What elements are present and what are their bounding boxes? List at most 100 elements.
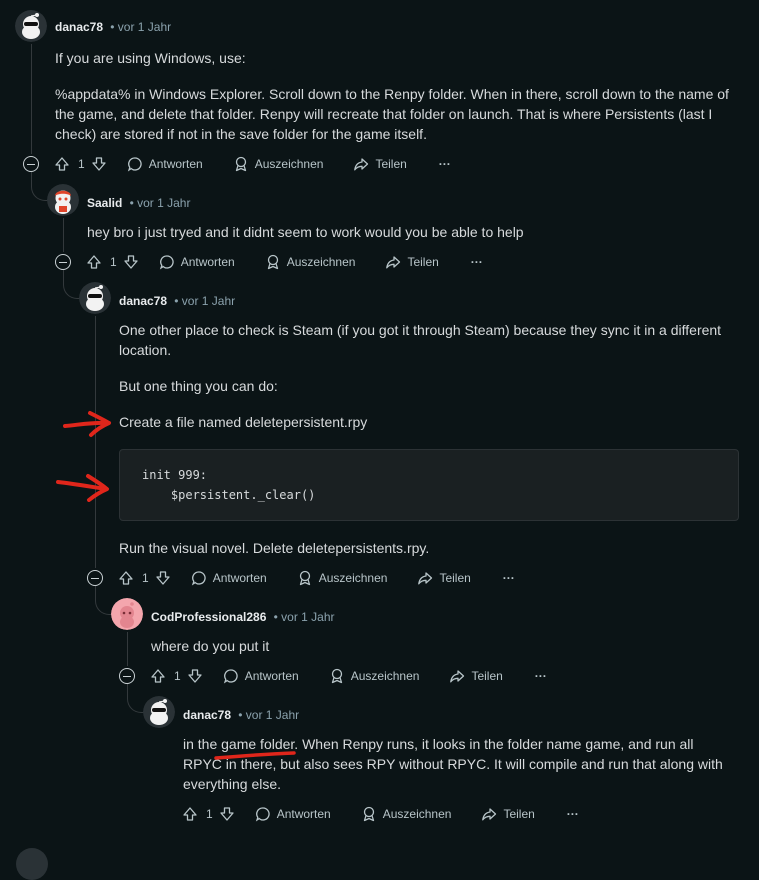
speech-bubble-icon bbox=[223, 668, 239, 684]
speech-bubble-icon bbox=[127, 156, 143, 172]
reply-button[interactable]: Antworten bbox=[255, 806, 331, 822]
downvote-icon[interactable] bbox=[155, 570, 171, 586]
share-button[interactable]: Teilen bbox=[449, 668, 503, 684]
award-icon bbox=[361, 806, 377, 822]
code-line: $persistent._clear() bbox=[142, 488, 316, 502]
comment-paragraph: One other place to check is Steam (if yo… bbox=[119, 322, 722, 358]
snoo-sunglasses-avatar[interactable] bbox=[79, 282, 111, 314]
meta-dot: • bbox=[106, 20, 118, 34]
comment-author[interactable]: Saalid bbox=[87, 196, 122, 210]
downvote-icon[interactable] bbox=[91, 156, 107, 172]
comment-actions: 1 Antworten Auszeichnen Teilen ··· bbox=[54, 152, 451, 176]
comment-body: hey bro i just tryed and it didnt seem t… bbox=[87, 222, 737, 242]
award-button[interactable]: Auszeichnen bbox=[297, 570, 388, 586]
comment-paragraph: %appdata% in Windows Explorer. Scroll do… bbox=[55, 86, 729, 142]
more-options-button[interactable]: ··· bbox=[567, 807, 579, 821]
snoo-pink-avatar[interactable] bbox=[111, 598, 143, 630]
snoo-sunglasses-avatar[interactable] bbox=[143, 696, 175, 728]
comment-body: in the game folder. When Renpy runs, it … bbox=[183, 734, 723, 794]
share-icon bbox=[385, 254, 401, 270]
comment-author[interactable]: CodProfessional286 bbox=[151, 610, 266, 624]
downvote-icon[interactable] bbox=[219, 806, 235, 822]
red-underline-annotation bbox=[214, 751, 296, 760]
thread-line bbox=[127, 632, 128, 666]
share-label: Teilen bbox=[407, 255, 439, 269]
reply-button[interactable]: Antworten bbox=[159, 254, 235, 270]
share-button[interactable]: Teilen bbox=[417, 570, 471, 586]
award-button[interactable]: Auszeichnen bbox=[361, 806, 452, 822]
collapse-thread-button[interactable] bbox=[87, 570, 103, 586]
award-label: Auszeichnen bbox=[382, 807, 452, 821]
comment-time: vor 1 Jahr bbox=[137, 196, 191, 210]
upvote-icon[interactable] bbox=[150, 668, 166, 684]
speech-bubble-icon bbox=[255, 806, 271, 822]
meta-dot: • bbox=[170, 294, 182, 308]
share-button[interactable]: Teilen bbox=[353, 156, 407, 172]
more-options-button[interactable]: ··· bbox=[471, 255, 483, 269]
share-icon bbox=[417, 570, 433, 586]
reply-button[interactable]: Antworten bbox=[127, 156, 203, 172]
share-icon bbox=[481, 806, 497, 822]
vote-count: 1 bbox=[78, 157, 85, 171]
thread-line bbox=[95, 316, 96, 568]
reply-button[interactable]: Antworten bbox=[223, 668, 299, 684]
meta-dot: • bbox=[234, 708, 246, 722]
speech-bubble-icon bbox=[159, 254, 175, 270]
reply-label: Antworten bbox=[180, 255, 235, 269]
reply-label: Antworten bbox=[212, 571, 267, 585]
red-arrow-annotation bbox=[56, 474, 109, 502]
code-line: init 999: bbox=[142, 468, 208, 482]
comment-actions: 1 Antworten Auszeichnen Teilen ··· bbox=[182, 802, 579, 826]
upvote-icon[interactable] bbox=[54, 156, 70, 172]
comment-time: vor 1 Jahr bbox=[281, 610, 335, 624]
collapse-thread-button[interactable] bbox=[119, 668, 135, 684]
thread-line bbox=[63, 218, 64, 252]
speech-bubble-icon bbox=[191, 570, 207, 586]
share-icon bbox=[353, 156, 369, 172]
share-button[interactable]: Teilen bbox=[481, 806, 535, 822]
upvote-icon[interactable] bbox=[118, 570, 134, 586]
award-icon bbox=[233, 156, 249, 172]
reply-label: Antworten bbox=[244, 669, 299, 683]
snoo-sunglasses-avatar[interactable] bbox=[15, 10, 47, 42]
comment-paragraph: Run the visual novel. Delete deletepersi… bbox=[119, 540, 430, 556]
collapse-thread-button[interactable] bbox=[23, 156, 39, 172]
award-button[interactable]: Auszeichnen bbox=[329, 668, 420, 684]
comment-time: vor 1 Jahr bbox=[245, 708, 300, 722]
comment-body: If you are using Windows, use: %appdata%… bbox=[55, 48, 735, 144]
more-options-button[interactable]: ··· bbox=[439, 157, 451, 171]
reply-label: Antworten bbox=[276, 807, 331, 821]
downvote-icon[interactable] bbox=[187, 668, 203, 684]
more-options-button[interactable]: ··· bbox=[503, 571, 515, 585]
award-label: Auszeichnen bbox=[254, 157, 324, 171]
share-label: Teilen bbox=[503, 807, 535, 821]
vote-count: 1 bbox=[110, 255, 117, 269]
award-label: Auszeichnen bbox=[318, 571, 388, 585]
vote-count: 1 bbox=[142, 571, 149, 585]
comment-time: vor 1 Jahr bbox=[117, 20, 172, 34]
comment-actions: 1 Antworten Auszeichnen Teilen ··· bbox=[150, 664, 547, 688]
comment-actions: 1 Antworten Auszeichnen Teilen ··· bbox=[118, 566, 515, 590]
upvote-icon[interactable] bbox=[182, 806, 198, 822]
more-options-button[interactable]: ··· bbox=[535, 669, 547, 683]
partial-avatar bbox=[16, 848, 48, 880]
share-label: Teilen bbox=[375, 157, 407, 171]
share-button[interactable]: Teilen bbox=[385, 254, 439, 270]
downvote-icon[interactable] bbox=[123, 254, 139, 270]
vote-count: 1 bbox=[174, 669, 181, 683]
comment-author[interactable]: danac78 bbox=[55, 20, 103, 34]
award-label: Auszeichnen bbox=[350, 669, 420, 683]
collapse-thread-button[interactable] bbox=[55, 254, 71, 270]
award-button[interactable]: Auszeichnen bbox=[265, 254, 355, 270]
reply-button[interactable]: Antworten bbox=[191, 570, 267, 586]
award-button[interactable]: Auszeichnen bbox=[233, 156, 324, 172]
comment-paragraph: If you are using Windows, use: bbox=[55, 50, 246, 66]
code-block: init 999: $persistent._clear() bbox=[119, 449, 739, 521]
comment-body: One other place to check is Steam (if yo… bbox=[119, 320, 739, 432]
upvote-icon[interactable] bbox=[86, 254, 102, 270]
snoo-red-hair-avatar[interactable] bbox=[47, 184, 79, 216]
comment-author[interactable]: danac78 bbox=[183, 708, 231, 722]
award-icon bbox=[297, 570, 313, 586]
share-icon bbox=[449, 668, 465, 684]
comment-author[interactable]: danac78 bbox=[119, 294, 167, 308]
